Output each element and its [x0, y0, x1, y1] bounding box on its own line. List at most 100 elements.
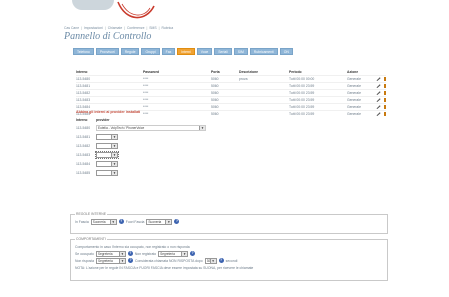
chevron-down-icon: ▼: [109, 219, 116, 224]
occupato-line: Se occupato Segreteria ▼ ? Non registrat…: [75, 250, 383, 257]
timeout-select[interactable]: 30 ▼: [204, 257, 217, 264]
regole-line: In Fascia Suoneria ▼ ? Fuori Fascia Suon…: [75, 218, 383, 225]
row-actions: [376, 91, 386, 95]
secondi-label: secondi: [225, 258, 238, 263]
tab-provvisori[interactable]: Provvisori: [95, 48, 119, 55]
providers-section-title: Abbina gli interni ai provider installat…: [76, 110, 141, 114]
fuori-fascia-select[interactable]: Suoneria ▼: [146, 218, 173, 225]
occupato-label: Se occupato: [75, 251, 94, 256]
cell-porta: 5060: [211, 84, 219, 88]
nav-link-conferenze[interactable]: Conferenze: [127, 26, 145, 30]
cell-password: ****: [143, 112, 149, 116]
pencil-icon[interactable]: [376, 91, 381, 95]
table-row: 113-5482 **** 5060 Tutti 00:00 23:59 General…: [76, 89, 386, 96]
help-icon[interactable]: ?: [128, 258, 134, 263]
delete-icon[interactable]: [384, 105, 386, 109]
row-actions: [376, 77, 386, 81]
provider-select[interactable]: ▼: [96, 160, 118, 167]
non-risposta-select[interactable]: Segreteria ▼: [96, 257, 127, 264]
delete-icon[interactable]: [384, 98, 386, 102]
nav-link-sms[interactable]: SMS: [149, 26, 156, 30]
occupato-select[interactable]: Segreteria ▼: [95, 250, 126, 257]
col-descrizione: Descrizione: [239, 69, 259, 74]
delete-icon[interactable]: [384, 77, 386, 81]
help-icon[interactable]: ?: [118, 219, 124, 224]
cell-azione: Generale: [347, 98, 361, 102]
col-periodo: Periodo: [289, 69, 302, 74]
provider-select[interactable]: ▼: [96, 142, 118, 149]
nav-link-impostazioni[interactable]: Impostazioni: [84, 26, 103, 30]
tab-fax[interactable]: Fax: [161, 48, 176, 55]
cell-periodo: Tutti 00:00 23:59: [289, 84, 315, 88]
delete-icon[interactable]: [384, 91, 386, 95]
pencil-icon[interactable]: [376, 105, 381, 109]
chevron-down-icon: ▼: [111, 161, 117, 166]
nav-link-chiamate[interactable]: Chiamate: [108, 26, 123, 30]
cell-interno: 113-5481: [76, 84, 91, 88]
col-interno: Interno: [76, 69, 88, 74]
in-fascia-value: Suoneria: [92, 219, 106, 224]
tab-voce[interactable]: Voce: [196, 48, 213, 55]
delete-icon[interactable]: [384, 112, 386, 116]
tab-gruppi[interactable]: Gruppi: [141, 48, 160, 55]
pencil-icon[interactable]: [376, 98, 381, 102]
nota-text: NOTA: L'azione per le regole IN FASCIA e…: [75, 265, 254, 270]
cell-password: ****: [143, 84, 149, 88]
cell-azione: Generale: [347, 84, 361, 88]
col-porta: Porta: [211, 69, 220, 74]
cell-interno: 113-5484: [76, 161, 91, 166]
comportamenti-description: Comportamento in caso l'interno sia occu…: [75, 244, 190, 249]
consegna-label: Considerata chiamata NON RISPOSTA dopo: [135, 258, 203, 263]
provider-select[interactable]: ▼: [95, 150, 119, 159]
row-actions: [376, 98, 386, 102]
tab-interni[interactable]: Interni: [177, 48, 195, 55]
pencil-icon[interactable]: [376, 84, 381, 88]
pencil-icon[interactable]: [376, 112, 381, 116]
page-title: Pannello di Controllo: [64, 31, 152, 42]
help-icon[interactable]: ?: [127, 251, 133, 256]
fuori-fascia-label: Fuori Fascia: [125, 219, 145, 224]
in-fascia-select[interactable]: Suoneria ▼: [90, 218, 117, 225]
nav-link-rubrica[interactable]: Rubrica: [161, 26, 173, 30]
help-icon[interactable]: ?: [218, 258, 224, 263]
chevron-down-icon: ▼: [165, 219, 172, 224]
cell-azione: Generale: [347, 112, 361, 116]
occupato-value: Segreteria: [97, 251, 113, 256]
cell-interno: 113-5481: [76, 134, 91, 139]
table-row: 113-5480 **** 5060 prova Tutti 00:00 00:00 Ge…: [76, 75, 386, 82]
cell-interno: 113-5483: [76, 152, 91, 157]
provider-select[interactable]: Eutelia - VoipTech / PhonerVoice ▼: [96, 124, 206, 131]
cell-periodo: Tutti 00:00 00:00: [289, 77, 315, 81]
chevron-down-icon: ▼: [111, 143, 117, 148]
cell-password: ****: [143, 91, 149, 95]
table-row: 113-5485 ▼: [76, 168, 276, 177]
provider-select[interactable]: ▼: [96, 169, 118, 176]
nav-home-link[interactable]: Cas Cane: [64, 26, 79, 30]
tab-sim[interactable]: SIM: [233, 48, 248, 55]
logo-shape: [72, 0, 114, 10]
cell-interno: 113-5482: [76, 91, 91, 95]
nav-separator: |: [124, 26, 126, 30]
tab-on[interactable]: ON: [279, 48, 293, 55]
cell-interno: 113-5485: [76, 170, 91, 175]
cell-porta: 5060: [211, 112, 219, 116]
providers-table: Interno provider 113-5480 Eutelia - VoipT…: [76, 117, 276, 177]
help-icon[interactable]: ?: [190, 251, 196, 256]
non-risposta-line: Non risposta Segreteria ▼ ? Considerata …: [75, 257, 383, 264]
tab-regole[interactable]: Regole: [120, 48, 140, 55]
cell-interno: 113-5480: [76, 77, 91, 81]
nav-separator: |: [104, 26, 107, 30]
help-icon[interactable]: ?: [174, 219, 180, 224]
provider-select[interactable]: ▼: [96, 133, 118, 140]
delete-icon[interactable]: [384, 84, 386, 88]
non-registrato-select[interactable]: Segreteria ▼: [158, 250, 189, 257]
tab-rubricamenti[interactable]: Rubricamenti: [249, 48, 278, 55]
chevron-down-icon: ▼: [181, 251, 188, 256]
pencil-icon[interactable]: [376, 77, 381, 81]
tab-telefono[interactable]: Telefono: [73, 48, 94, 55]
cell-interno: 113-5480: [76, 125, 91, 130]
regole-interne-box: REGOLE INTERNE In Fascia Suoneria ▼ ? Fu…: [70, 212, 388, 234]
cell-password: ****: [143, 77, 149, 81]
table-header: Interno Password Porta Descrizione Perio…: [76, 68, 386, 75]
tab-seriali[interactable]: Seriali: [214, 48, 232, 55]
